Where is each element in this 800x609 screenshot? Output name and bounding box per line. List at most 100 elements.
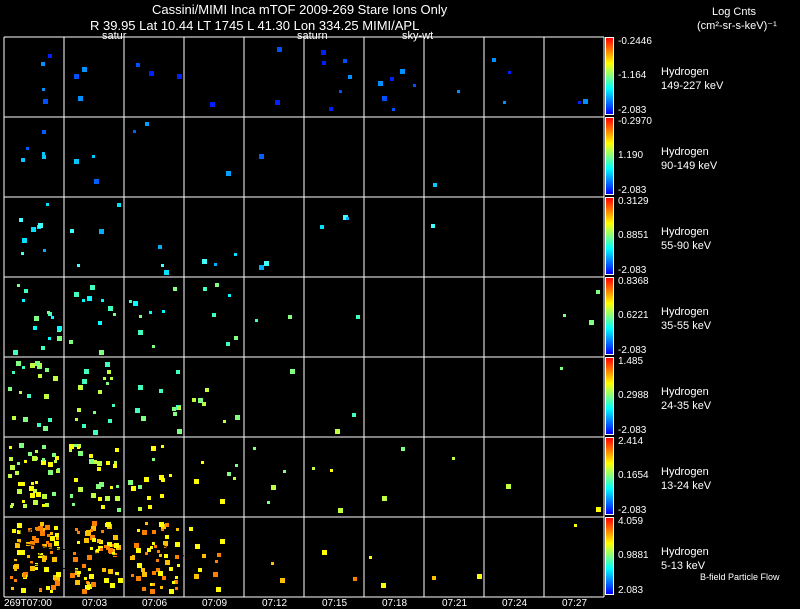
- energy-label: 55-90 keV: [661, 240, 712, 252]
- colorbar-min: -2.083: [618, 425, 647, 436]
- colorbar-max: 1.485: [618, 356, 644, 367]
- flux-pixel: [31, 482, 34, 485]
- flux-pixel: [322, 61, 326, 65]
- flux-pixel: [54, 460, 57, 463]
- flux-pixel: [82, 299, 85, 302]
- flux-pixel: [34, 316, 39, 321]
- flux-pixel: [176, 370, 180, 374]
- flux-pixel: [14, 564, 19, 569]
- colorbar-mid: 0.6221: [618, 310, 649, 321]
- flux-pixel: [271, 485, 276, 490]
- flux-pixel: [90, 285, 95, 290]
- flux-pixel: [133, 130, 136, 133]
- flux-pixel: [78, 385, 83, 390]
- flux-pixel: [215, 283, 219, 287]
- flux-pixel: [162, 310, 165, 313]
- flux-pixel: [226, 171, 231, 176]
- flux-pixel: [74, 159, 79, 164]
- flux-pixel: [93, 430, 98, 435]
- flux-pixel: [116, 485, 119, 488]
- flux-pixel: [508, 71, 511, 74]
- flux-pixel: [70, 494, 73, 497]
- colorbar: [605, 277, 614, 355]
- flux-pixel: [73, 557, 78, 562]
- flux-pixel: [69, 444, 74, 449]
- flux-pixel: [36, 492, 41, 497]
- colorbar-mid: 0.9881: [618, 550, 649, 561]
- time-label: 269T07:00: [4, 598, 52, 609]
- flux-pixel: [132, 555, 135, 558]
- flux-pixel: [322, 550, 327, 555]
- flux-pixel: [75, 528, 78, 531]
- flux-pixel: [147, 496, 151, 500]
- flux-pixel: [37, 423, 41, 427]
- flux-pixel: [14, 579, 17, 582]
- flux-pixel: [27, 555, 30, 558]
- flux-pixel: [169, 567, 173, 571]
- flux-pixel: [280, 578, 285, 583]
- flux-pixel: [15, 543, 20, 548]
- flux-pixel: [264, 261, 269, 266]
- flux-pixel: [220, 539, 225, 544]
- colorbar-max: 4.059: [618, 516, 644, 527]
- flux-pixel: [10, 465, 15, 470]
- flux-pixel: [9, 446, 12, 449]
- flux-pixel: [55, 533, 59, 537]
- flux-pixel: [41, 62, 45, 66]
- flux-pixel: [77, 574, 80, 577]
- flux-pixel: [338, 508, 343, 513]
- units-label: Log Cnts: [712, 6, 757, 18]
- flux-pixel: [139, 315, 142, 318]
- species-label: Hydrogen: [661, 466, 709, 478]
- flux-pixel: [321, 50, 326, 55]
- flux-pixel: [477, 574, 482, 579]
- flux-pixel: [92, 521, 97, 526]
- flux-pixel: [12, 371, 15, 374]
- flux-pixel: [27, 394, 31, 398]
- flux-pixel: [45, 525, 50, 530]
- flux-pixel: [189, 527, 193, 531]
- flux-pixel: [13, 350, 18, 355]
- species-label: Hydrogen: [661, 386, 709, 398]
- flux-pixel: [94, 179, 99, 184]
- flux-pixel: [93, 460, 97, 464]
- flux-pixel: [48, 462, 53, 467]
- contour-label: 80: [30, 570, 42, 581]
- flux-pixel: [382, 496, 387, 501]
- flux-pixel: [589, 320, 594, 325]
- flux-pixel: [136, 576, 141, 581]
- flux-pixel: [26, 147, 29, 150]
- flux-pixel: [89, 574, 94, 579]
- colorbar: [605, 197, 614, 275]
- flux-pixel: [114, 461, 117, 464]
- flux-pixel: [165, 535, 169, 539]
- flux-pixel: [97, 539, 101, 543]
- flux-pixel: [8, 387, 12, 391]
- flux-pixel: [78, 96, 83, 101]
- energy-label: 24-35 keV: [661, 400, 712, 412]
- flux-pixel: [45, 368, 49, 372]
- flux-pixel: [172, 581, 175, 584]
- time-label: 07:12: [262, 598, 288, 609]
- frame-label-3: sky-wt: [402, 30, 434, 42]
- colorbar-min: 2.083: [618, 585, 644, 596]
- flux-pixel: [165, 523, 169, 527]
- flux-pixel: [343, 59, 347, 63]
- flux-pixel: [136, 63, 140, 67]
- flux-pixel: [131, 486, 136, 491]
- flux-pixel: [110, 486, 113, 489]
- species-label: Hydrogen: [661, 306, 709, 318]
- flux-pixel: [113, 535, 118, 540]
- flux-pixel: [50, 551, 53, 554]
- species-label: Hydrogen: [661, 546, 709, 558]
- flux-pixel: [157, 550, 160, 553]
- flux-pixel: [152, 345, 155, 348]
- colorbar-max: -0.2446: [618, 36, 652, 47]
- flux-pixel: [135, 408, 140, 413]
- time-label: 07:27: [562, 598, 588, 609]
- flux-pixel: [110, 377, 113, 380]
- colorbar: [605, 37, 614, 115]
- flux-pixel: [42, 458, 45, 461]
- flux-pixel: [96, 549, 99, 552]
- flux-pixel: [194, 574, 199, 579]
